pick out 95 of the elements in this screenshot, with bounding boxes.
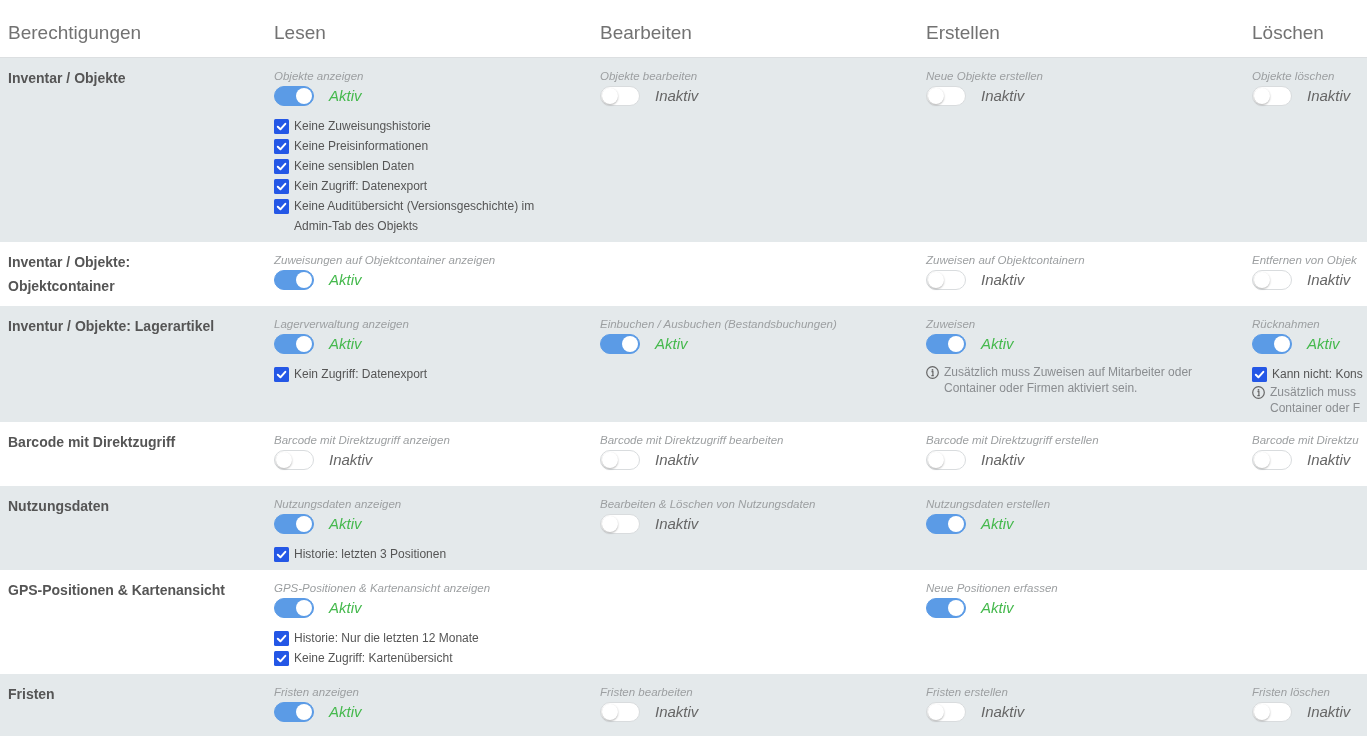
toggle-switch[interactable] bbox=[274, 270, 314, 290]
status-label: Inaktiv bbox=[981, 86, 1025, 106]
permission-caption: Objekte anzeigen bbox=[274, 69, 365, 84]
checkbox[interactable] bbox=[274, 366, 289, 382]
status-label: Aktiv bbox=[329, 598, 362, 618]
status-label: Aktiv bbox=[329, 86, 362, 106]
toggle-switch[interactable] bbox=[274, 86, 314, 106]
permission-caption: Einbuchen / Ausbuchen (Bestandsbuchungen) bbox=[600, 317, 838, 332]
status-label: Inaktiv bbox=[1307, 702, 1351, 722]
row-label: Inventar / Objekte bbox=[8, 69, 126, 88]
toggle-switch[interactable] bbox=[600, 334, 640, 354]
permission-caption: Entfernen von Objek bbox=[1252, 253, 1358, 268]
info-icon bbox=[926, 365, 939, 379]
permission-caption: GPS-Positionen & Kartenansicht anzeigen bbox=[274, 581, 492, 596]
permission-caption: Fristen anzeigen bbox=[274, 685, 361, 700]
status-label: Aktiv bbox=[329, 334, 362, 354]
checkbox-label: Keine sensiblen Daten bbox=[294, 158, 415, 175]
status-label: Inaktiv bbox=[981, 702, 1025, 722]
permission-caption: Barcode mit Direktzu bbox=[1252, 433, 1360, 448]
checkbox-label: Keine Zuweisungshistorie bbox=[294, 118, 431, 135]
checkbox[interactable] bbox=[274, 178, 289, 194]
permission-caption: Bearbeiten & Löschen von Nutzungsdaten bbox=[600, 497, 817, 512]
status-label: Inaktiv bbox=[1307, 86, 1351, 106]
permission-caption: Zuweisungen auf Objektcontainer anzeigen bbox=[274, 253, 497, 268]
row-label: Fristen bbox=[8, 685, 55, 704]
toggle-switch[interactable] bbox=[274, 514, 314, 534]
toggle-switch[interactable] bbox=[926, 334, 966, 354]
permission-caption: Objekte löschen bbox=[1252, 69, 1336, 84]
checkbox-label: Kein Zugriff: Datenexport bbox=[294, 366, 428, 383]
permission-caption: Fristen bearbeiten bbox=[600, 685, 694, 700]
column-header: Berechtigungen bbox=[8, 22, 142, 43]
column-header: Lesen bbox=[274, 22, 326, 43]
status-label: Aktiv bbox=[329, 514, 362, 534]
permission-caption: Lagerverwaltung anzeigen bbox=[274, 317, 410, 332]
status-label: Aktiv bbox=[329, 702, 362, 722]
row-label: Inventar / Objekte: Objektcontainer bbox=[8, 253, 132, 296]
status-label: Inaktiv bbox=[1307, 450, 1351, 470]
checkbox-label: Keine Preisinformationen bbox=[294, 138, 429, 155]
row-label: Nutzungsdaten bbox=[8, 497, 110, 516]
checkbox[interactable] bbox=[274, 546, 289, 562]
status-label: Aktiv bbox=[981, 334, 1014, 354]
checkbox-label: Kein Zugriff: Datenexport bbox=[294, 178, 428, 195]
permission-caption: Zuweisen auf Objektcontainern bbox=[926, 253, 1086, 268]
toggle-switch[interactable] bbox=[274, 334, 314, 354]
permission-caption: Zuweisen bbox=[926, 317, 977, 332]
status-label: Aktiv bbox=[1307, 334, 1340, 354]
checkbox[interactable] bbox=[274, 198, 289, 214]
status-label: Aktiv bbox=[981, 514, 1014, 534]
checkbox[interactable] bbox=[274, 158, 289, 174]
toggle-switch[interactable] bbox=[926, 598, 966, 618]
status-label: Aktiv bbox=[981, 598, 1014, 618]
checkbox[interactable] bbox=[274, 630, 289, 646]
status-label: Inaktiv bbox=[981, 270, 1025, 290]
permission-caption: Neue Objekte erstellen bbox=[926, 69, 1044, 84]
row-label: Inventur / Objekte: Lagerartikel bbox=[8, 317, 215, 336]
toggle-switch[interactable] bbox=[274, 598, 314, 618]
permission-caption: Neue Positionen erfassen bbox=[926, 581, 1059, 596]
permission-caption: Fristen erstellen bbox=[926, 685, 1009, 700]
row-label: GPS-Positionen & Kartenansicht bbox=[8, 581, 226, 600]
info-note: Zusätzlich muss Container oder F bbox=[1270, 384, 1362, 416]
permission-caption: Rücknahmen bbox=[1252, 317, 1321, 332]
toggle-switch[interactable] bbox=[1252, 334, 1292, 354]
permission-caption: Barcode mit Direktzugriff bearbeiten bbox=[600, 433, 785, 448]
status-label: Aktiv bbox=[329, 270, 362, 290]
info-note: Zusätzlich muss Zuweisen auf Mitarbeiter oder Container oder Firmen aktiviert sein. bbox=[944, 364, 1194, 396]
checkbox-label: Historie: Nur die letzten 12 Monate bbox=[294, 630, 479, 647]
checkbox[interactable] bbox=[274, 650, 289, 666]
checkbox-label: Keine Auditübersicht (Versionsgeschichte) im Admin-Tab des Objekts bbox=[294, 198, 536, 235]
checkbox[interactable] bbox=[274, 118, 289, 134]
checkbox-label: Historie: letzten 3 Positionen bbox=[294, 546, 447, 563]
status-label: Inaktiv bbox=[981, 450, 1025, 470]
permission-caption: Barcode mit Direktzugriff erstellen bbox=[926, 433, 1100, 448]
permission-caption: Barcode mit Direktzugriff anzeigen bbox=[274, 433, 451, 448]
status-label: Aktiv bbox=[655, 334, 688, 354]
checkbox[interactable] bbox=[274, 138, 289, 154]
status-label: Inaktiv bbox=[329, 450, 373, 470]
toggle-switch[interactable] bbox=[926, 514, 966, 534]
row-label: Barcode mit Direktzugriff bbox=[8, 433, 176, 452]
permission-caption: Nutzungsdaten anzeigen bbox=[274, 497, 403, 512]
status-label: Inaktiv bbox=[655, 450, 699, 470]
checkbox-label: Kann nicht: Kons bbox=[1272, 366, 1363, 383]
toggle-switch[interactable] bbox=[274, 702, 314, 722]
info-icon bbox=[1252, 385, 1265, 399]
column-header: Löschen bbox=[1252, 22, 1324, 43]
status-label: Inaktiv bbox=[655, 702, 699, 722]
checkbox-label: Keine Zugriff: Kartenübersicht bbox=[294, 650, 453, 667]
checkbox[interactable] bbox=[1252, 366, 1267, 382]
status-label: Inaktiv bbox=[655, 86, 699, 106]
status-label: Inaktiv bbox=[1307, 270, 1351, 290]
status-label: Inaktiv bbox=[655, 514, 699, 534]
permission-caption: Fristen löschen bbox=[1252, 685, 1331, 700]
permission-caption: Objekte bearbeiten bbox=[600, 69, 699, 84]
column-header: Bearbeiten bbox=[600, 22, 692, 43]
permission-caption: Nutzungsdaten erstellen bbox=[926, 497, 1052, 512]
column-header: Erstellen bbox=[926, 22, 1000, 43]
